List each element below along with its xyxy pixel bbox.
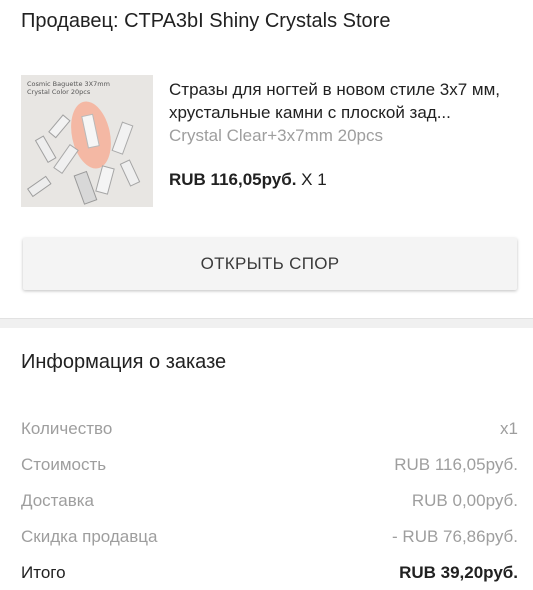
product-image[interactable]: Cosmic Baguette 3X7mm Crystal Color 20pc… — [21, 75, 153, 207]
product-variant: Crystal Clear+3x7mm 20pcs — [169, 126, 383, 145]
row-value: RUB 0,00руб. — [411, 491, 518, 510]
order-row-cost: Стоимость RUB 116,05руб. — [21, 455, 518, 479]
row-value: RUB 116,05руб. — [394, 455, 518, 474]
open-dispute-button[interactable]: ОТКРЫТЬ СПОР — [23, 238, 517, 290]
section-divider — [0, 318, 533, 328]
row-label: Доставка — [21, 491, 95, 510]
product-card[interactable]: Cosmic Baguette 3X7mm Crystal Color 20pc… — [21, 75, 513, 207]
order-info-title: Информация о заказе — [21, 351, 227, 373]
product-price: RUB 116,05руб. — [169, 170, 297, 189]
row-label: Стоимость — [21, 455, 107, 474]
row-value: RUB 39,20руб. — [399, 563, 518, 582]
row-label: Итого — [21, 563, 66, 582]
row-value: x1 — [500, 419, 518, 438]
row-value: - RUB 76,86руб. — [392, 527, 518, 546]
product-image-caption: Cosmic Baguette 3X7mm Crystal Color 20pc… — [27, 80, 110, 96]
order-row-shipping: Доставка RUB 0,00руб. — [21, 491, 518, 515]
product-quantity: X 1 — [296, 170, 327, 189]
order-row-seller-discount: Скидка продавца - RUB 76,86руб. — [21, 527, 518, 551]
row-label: Количество — [21, 419, 113, 438]
order-row-quantity: Количество x1 — [21, 419, 518, 443]
seller-name[interactable]: Продавец: CTPA3bI Shiny Crystals Store — [21, 10, 390, 33]
product-price-line: RUB 116,05руб. X 1 — [169, 170, 327, 190]
order-row-total: Итого RUB 39,20руб. — [21, 563, 518, 587]
product-title[interactable]: Стразы для ногтей в новом стиле 3x7 мм, … — [169, 78, 519, 124]
row-label: Скидка продавца — [21, 527, 158, 546]
